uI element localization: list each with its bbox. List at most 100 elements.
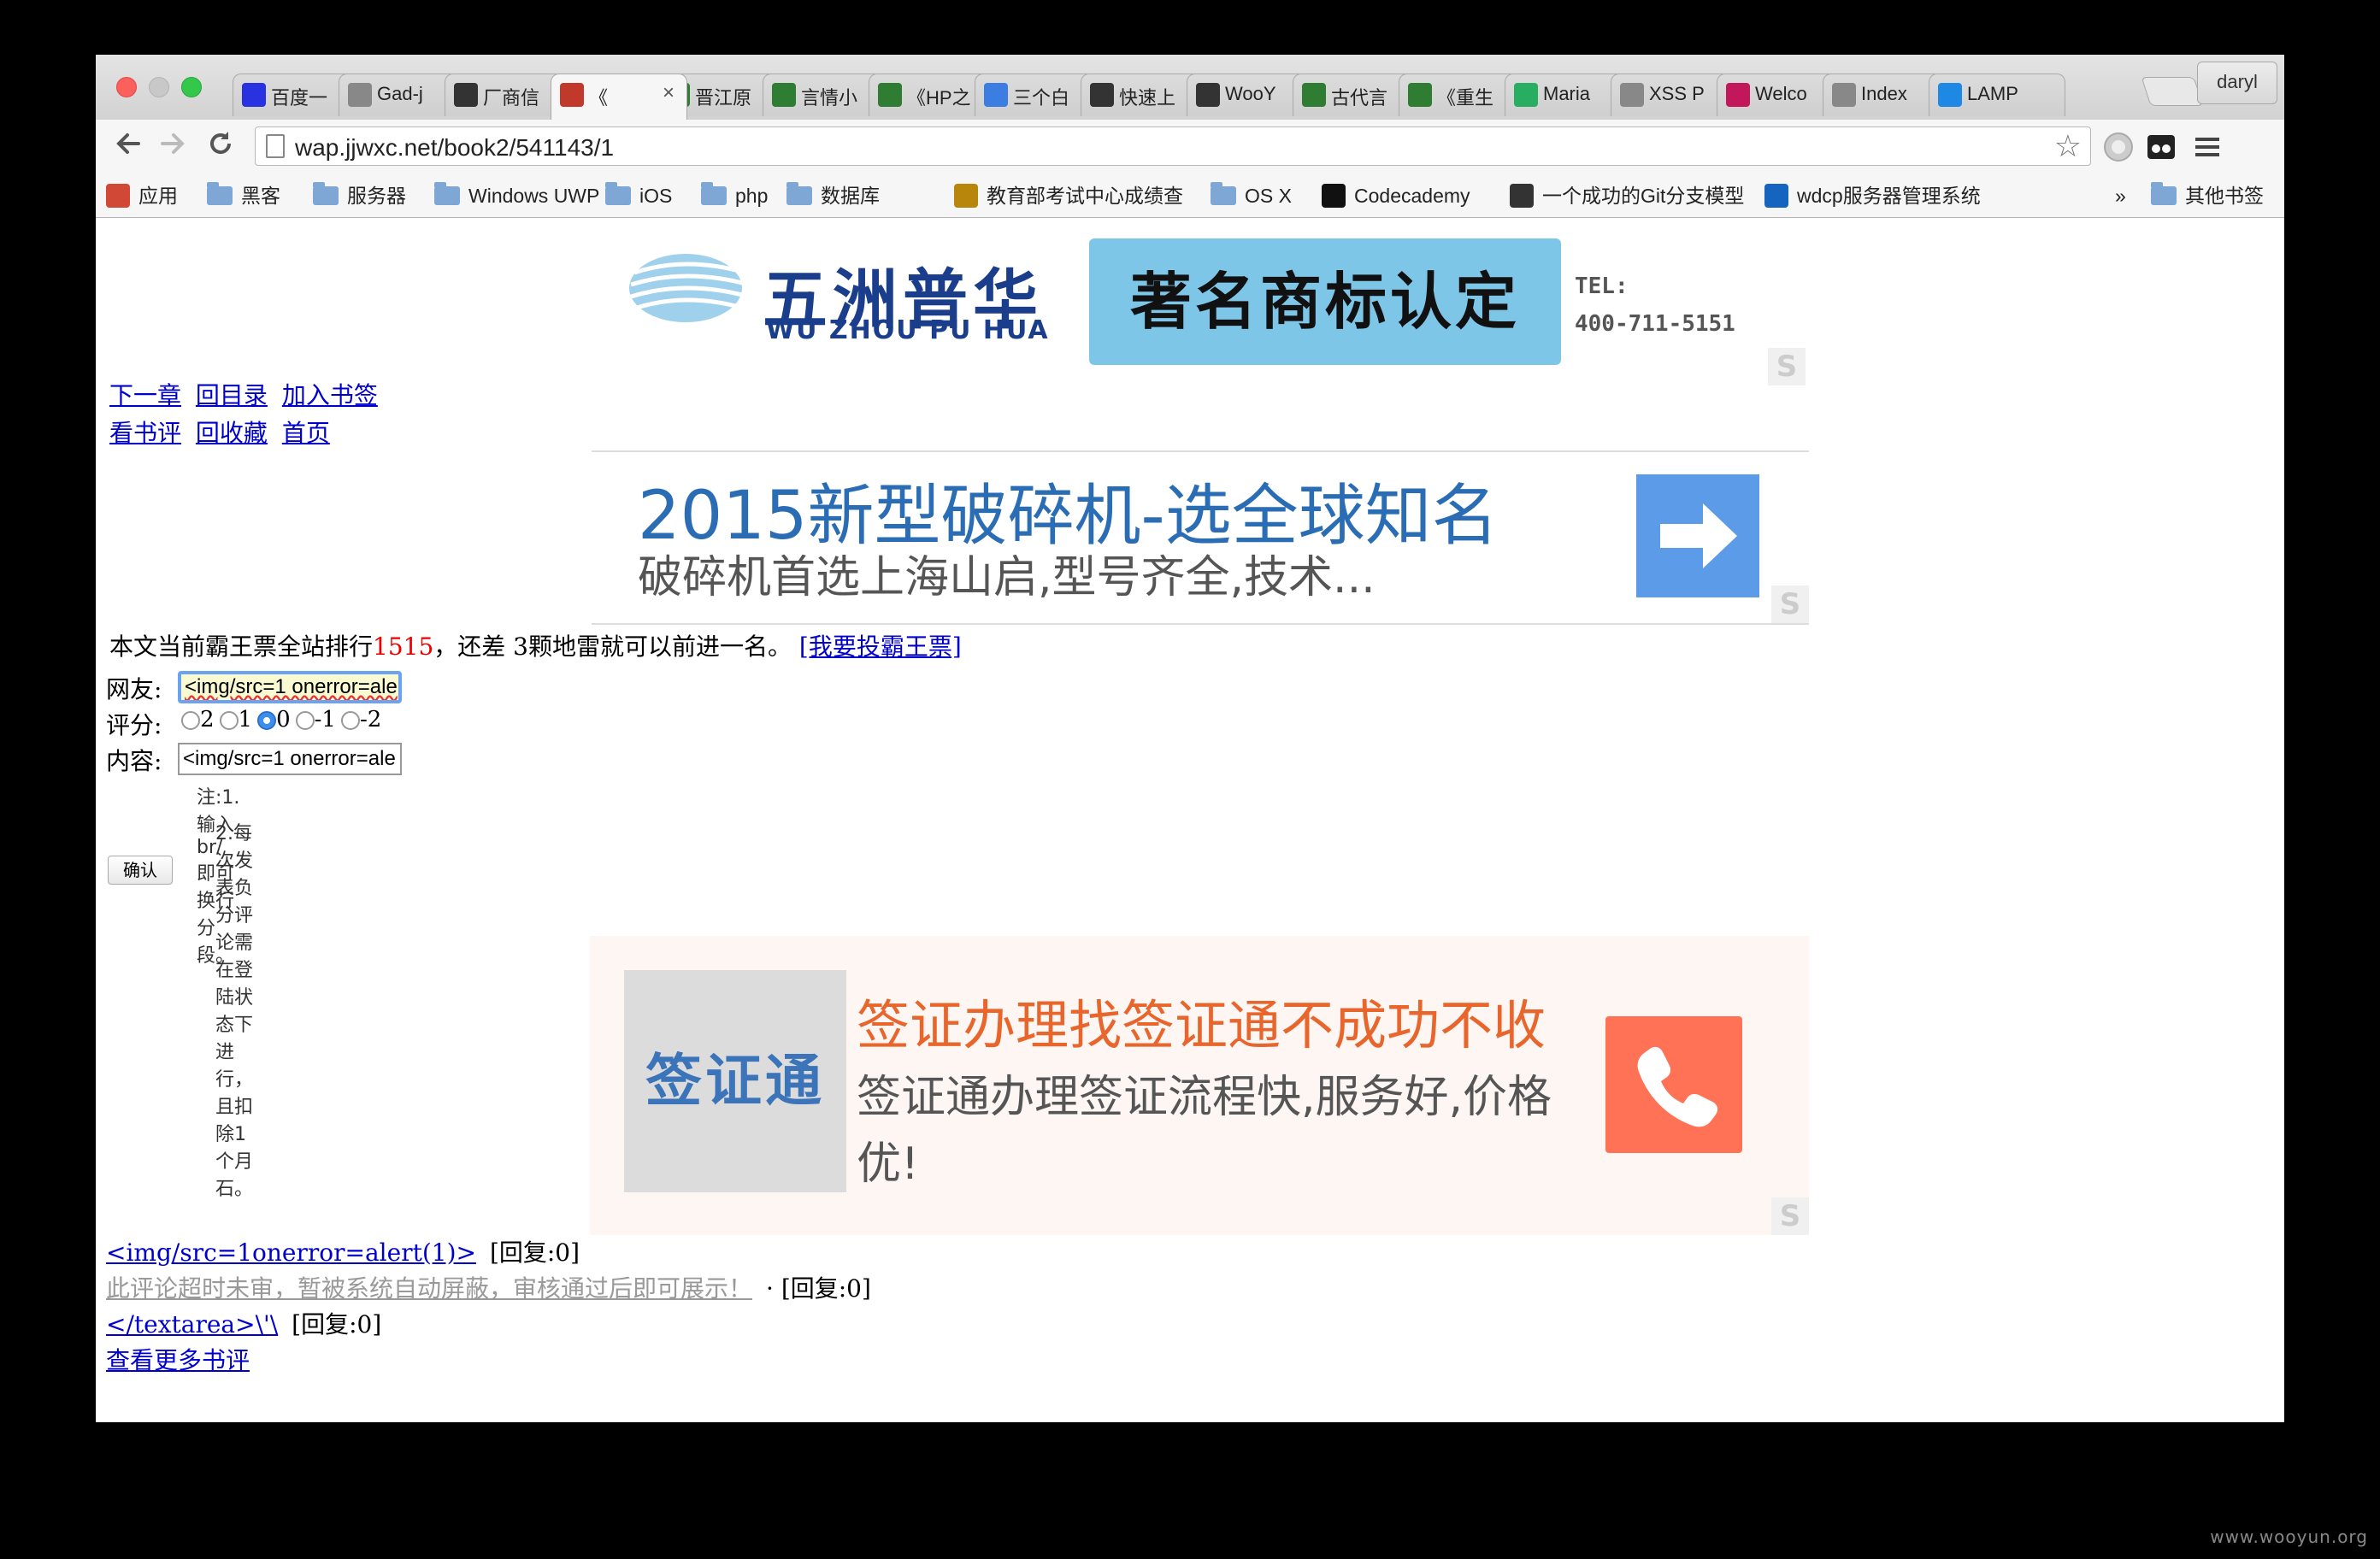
bookmark-label: » — [2115, 185, 2126, 207]
neea-icon — [954, 184, 978, 208]
user-field[interactable]: <img/src=1 onerror=ale — [178, 671, 402, 703]
comment-item: 此评论超时未审，暂被系统自动屏蔽，审核通过后即可展示！ · [回复:0] — [106, 1271, 871, 1307]
jjwxc-icon — [560, 83, 584, 107]
bookmark-item[interactable]: OS X — [1211, 181, 1292, 210]
view-reviews-link[interactable]: 看书评 — [109, 419, 181, 447]
extension-globe-icon[interactable] — [2101, 130, 2136, 164]
tab-label: WooY — [1225, 83, 1276, 104]
wooyun-icon — [454, 83, 478, 107]
rank-line: 本文当前霸王票全站排行1515，还差 3颗地雷就可以前进一名。 [我要投霸王票] — [109, 628, 962, 662]
bookmark-item[interactable]: 一个成功的Git分支模型 — [1510, 181, 1744, 210]
ad-s-badge[interactable]: S — [1771, 585, 1809, 623]
bookmark-item[interactable]: 其他书签 — [2151, 181, 2264, 210]
minimize-window-button[interactable] — [149, 77, 169, 97]
bookmark-star-icon[interactable]: ☆ — [2054, 129, 2082, 164]
visa-ad-subtitle: 签证通办理签证流程快,服务好,价格优! — [857, 1072, 1552, 1190]
bookmark-label: Windows UWP — [468, 185, 600, 207]
wooyun-icon — [1196, 83, 1220, 107]
wdcp-icon — [1764, 184, 1788, 208]
profile-button[interactable]: daryl — [2197, 62, 2277, 104]
favorites-link[interactable]: 回收藏 — [196, 419, 268, 447]
folder-icon — [313, 182, 339, 205]
vote-link[interactable]: [我要投霸王票] — [799, 632, 962, 661]
forward-button[interactable] — [154, 128, 191, 166]
rating-radio[interactable] — [295, 711, 315, 730]
submit-button[interactable]: 确认 — [108, 856, 173, 885]
content-field[interactable]: <img/src=1 onerror=ale — [178, 743, 402, 775]
bookmark-item[interactable]: » — [2115, 181, 2126, 210]
browser-tab[interactable]: LAMP — [1929, 74, 2065, 116]
tab-label: 《HP之 — [907, 87, 971, 109]
tab-label: LAMP — [1967, 83, 2018, 104]
user-field-value: <img/src=1 onerror=ale — [185, 675, 398, 698]
next-chapter-link[interactable]: 下一章 — [109, 381, 181, 409]
bookmark-item[interactable]: iOS — [605, 181, 672, 210]
watermark: www.wooyun.org — [2210, 1527, 2368, 1547]
rating-label: 评分: — [106, 711, 162, 739]
bookmark-item[interactable]: 教育部考试中心成绩查 — [954, 181, 1183, 210]
tab-label: 快速上 — [1119, 87, 1176, 109]
bookmark-item[interactable]: 应用 — [106, 181, 178, 210]
bookmark-item[interactable]: 数据库 — [786, 181, 880, 210]
back-button[interactable] — [109, 128, 147, 166]
rating-radio[interactable] — [219, 711, 239, 730]
paw-icon — [242, 83, 266, 107]
tab-label: 厂商信 — [483, 87, 540, 109]
rating-radio[interactable] — [257, 711, 277, 730]
arrow-button[interactable] — [1636, 474, 1759, 597]
user-label: 网友: — [106, 675, 162, 703]
ad-s-badge[interactable]: S — [1768, 348, 1806, 385]
add-bookmark-link[interactable]: 加入书签 — [282, 381, 378, 409]
rank-number: 1515 — [373, 632, 434, 661]
chapter-nav: 下一章 回目录 加入书签 看书评 回收藏 首页 — [109, 377, 385, 452]
tab-strip: 百度一 Gad-j 厂商信《 × 晋江原 言情小 《HP之 三个白 快速上 WooY 古代言 《重生 M… — [96, 55, 2284, 120]
bookmark-item[interactable]: 黑客 — [207, 181, 280, 210]
visa-ad-banner[interactable]: 签证通 签证办理找签证通不成功不收 签证通办理签证流程快,服务好,价格优! S — [590, 936, 1809, 1235]
bookmark-label: 应用 — [138, 185, 178, 207]
bookmark-item[interactable]: wdcp服务器管理系统 — [1764, 181, 1981, 210]
bookmark-item[interactable]: Windows UWP — [434, 181, 599, 210]
toolbar: wap.jjwxc.net/book2/541143/1 ☆ — [96, 120, 2284, 174]
extension-owl-icon[interactable] — [2144, 130, 2178, 164]
folder-icon — [207, 182, 233, 205]
address-bar[interactable]: wap.jjwxc.net/book2/541143/1 ☆ — [255, 126, 2091, 166]
folder-icon — [605, 182, 631, 205]
browser-window: 百度一 Gad-j 厂商信《 × 晋江原 言情小 《HP之 三个白 快速上 WooY 古代言 《重生 M… — [96, 55, 2284, 1422]
right-arrow-icon — [1660, 503, 1737, 568]
reload-button[interactable] — [202, 128, 239, 166]
folder-icon — [1211, 182, 1236, 205]
close-window-button[interactable] — [116, 77, 137, 97]
rating-option-label: -2 — [359, 707, 382, 732]
new-tab-button[interactable] — [2141, 77, 2204, 106]
brand-name-en: WU ZHOU PU HUA — [766, 315, 1050, 345]
maximize-window-button[interactable] — [181, 77, 202, 97]
crusher-ad-banner[interactable]: 2015新型破碎机-选全球知名 破碎机首选上海山启,型号齐全,技术... S — [592, 450, 1809, 625]
tab-label: 晋江原 — [695, 87, 752, 109]
bookmark-item[interactable]: php — [701, 181, 768, 210]
bookmark-label: 其他书签 — [2185, 185, 2264, 207]
bookmark-item[interactable]: Codecademy — [1322, 181, 1470, 210]
toc-link[interactable]: 回目录 — [196, 381, 268, 409]
rating-radio[interactable] — [340, 711, 360, 730]
browser-tab[interactable]: 《 × — [551, 74, 687, 120]
tab-close-icon[interactable]: × — [663, 81, 675, 105]
folder-icon — [701, 182, 727, 205]
visa-logo: 签证通 — [624, 970, 846, 1192]
comment-link[interactable]: 此评论超时未审，暂被系统自动屏蔽，审核通过后即可展示！ — [106, 1274, 752, 1303]
home-link[interactable]: 首页 — [282, 419, 330, 447]
tab-label: Index — [1861, 83, 1907, 104]
rating-radio-group: 2 1 0 -1 -2 — [176, 707, 381, 732]
comment-item: <img/src=1onerror=alert(1)> [回复:0] — [106, 1235, 871, 1271]
tab-label: 三个白 — [1013, 87, 1070, 109]
comment-link[interactable]: <img/src=1onerror=alert(1)> — [106, 1238, 476, 1267]
rating-radio[interactable] — [181, 711, 200, 730]
bookmark-label: 数据库 — [821, 185, 880, 207]
bookmark-label: 黑客 — [241, 185, 280, 207]
comment-link[interactable]: </textarea>\'\ — [106, 1310, 278, 1338]
menu-icon[interactable] — [2190, 130, 2224, 164]
ad-s-badge[interactable]: S — [1771, 1197, 1809, 1235]
bookmark-item[interactable]: 服务器 — [313, 181, 406, 210]
more-reviews-link[interactable]: 查看更多书评 — [106, 1346, 250, 1374]
call-button[interactable] — [1605, 1016, 1742, 1153]
brand-ad-banner[interactable]: 五洲普华 WU ZHOU PU HUA 著名商标认定 TEL: 400-711-… — [592, 226, 1806, 385]
